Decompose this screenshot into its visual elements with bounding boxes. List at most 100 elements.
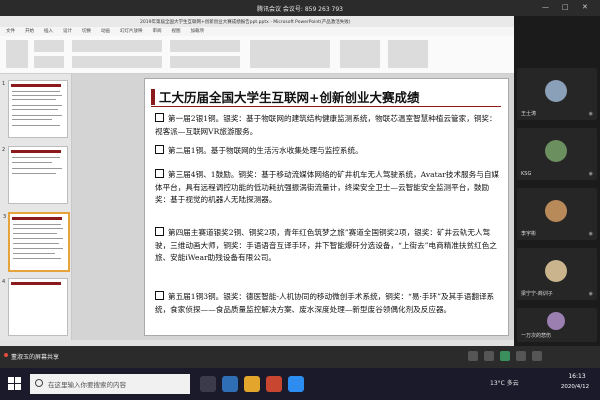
tab-design[interactable]: 设计 — [63, 27, 72, 36]
tencent-meeting-icon[interactable] — [288, 376, 304, 392]
windows-taskbar: 在这里输入你要搜索的内容 13°C 多云 16:13 2020/4/12 — [0, 368, 600, 400]
thumbnail-number: 2 — [2, 147, 6, 153]
ppt-window-title: 2019年第届全国大学生互联网+创新创业大赛成绩报告ppt.pptx - Mic… — [140, 20, 351, 25]
tab-slideshow[interactable]: 幻灯片放映 — [120, 27, 143, 36]
minimize-icon[interactable]: — — [542, 3, 549, 11]
slide-list-item[interactable]: 第三届4铜、1鼓励。铜奖：基于移动流媒体网络的矿井机车无人驾驶系统，Avatar… — [155, 169, 503, 207]
participant-name: 梁宁宁-商训子 — [521, 291, 553, 297]
avatar — [545, 200, 567, 222]
avatar — [545, 260, 567, 282]
tab-view[interactable]: 视图 — [172, 27, 181, 36]
slide-thumbnail-panel: 1 2 3 4 — [0, 74, 72, 340]
search-placeholder: 在这里输入你要搜索的内容 — [48, 381, 126, 389]
participant-tile[interactable]: 梁宁宁-商训子 ◉ — [517, 248, 597, 300]
font-format-buttons[interactable] — [72, 56, 162, 68]
search-icon — [35, 379, 43, 387]
ppt-title-bar: 2019年第届全国大学生互联网+创新创业大赛成绩报告ppt.pptx - Mic… — [0, 16, 514, 27]
list-item-text: 第一届2银1铜。银奖：基于物联网的建筑结构健康监测系统，物联芯温室智慧种植云管家… — [155, 114, 497, 136]
checkbox-bullet-icon — [155, 291, 164, 300]
meeting-title: 腾讯会议 会议号: 859 263 793 — [256, 6, 343, 13]
settings-button[interactable] — [532, 351, 542, 361]
title-accent-bar — [151, 89, 155, 105]
title-divider — [151, 106, 501, 107]
list-item-text: 第二届1铜。基于物联网的生活污水收集处理与监控系统。 — [168, 146, 363, 155]
slide-list-item[interactable]: 第一届2银1铜。银奖：基于物联网的建筑结构健康监测系统，物联芯温室智慧种植云管家… — [155, 113, 503, 138]
file-explorer-icon[interactable] — [244, 376, 260, 392]
list-item-text: 第三届4铜、1鼓励。铜奖：基于移动流媒体网络的矿井机车无人驾驶系统，Avatar… — [155, 170, 500, 205]
slide-list-item[interactable]: 第二届1铜。基于物联网的生活污水收集处理与监控系统。 — [155, 145, 503, 158]
tab-addins[interactable]: 加载项 — [191, 27, 205, 36]
participant-name: 王士涛 — [521, 111, 537, 117]
mic-icon: ◉ — [588, 171, 593, 177]
list-item-text: 第五届1铜3铜。银奖：德医智能-人机协同的移动微创手术系统，铜奖：“易·手环”及… — [155, 292, 495, 314]
taskbar-search-box[interactable]: 在这里输入你要搜索的内容 — [30, 374, 190, 394]
tab-review[interactable]: 审阅 — [153, 27, 162, 36]
checkbox-bullet-icon — [155, 145, 164, 154]
ppt-ribbon-tabs: 文件 开始 插入 设计 切换 动画 幻灯片放映 审阅 视图 加载项 — [0, 27, 514, 36]
chat-button[interactable] — [500, 351, 510, 361]
participant-name: 李宇彬 — [521, 231, 537, 237]
clock-date[interactable]: 2020/4/12 — [552, 384, 598, 390]
participants-panel: 王士涛 ◉ KSG ◉ 李宇彬 ◉ 梁宁宁-商训子 ◉ 一万次的悲伤 — [514, 16, 600, 346]
checkbox-bullet-icon — [155, 113, 164, 122]
list-item-text: 第四届主赛道银奖2铜、铜奖2项，青年红色筑梦之旅”赛道全国铜奖2项，银奖：矿井云… — [155, 228, 497, 263]
avatar — [547, 312, 565, 330]
members-button[interactable] — [516, 351, 526, 361]
slide-list-item[interactable]: 第五届1铜3铜。银奖：德医智能-人机协同的移动微创手术系统，铜奖：“易·手环”及… — [155, 291, 503, 316]
font-selector[interactable] — [72, 40, 162, 52]
shared-powerpoint-window: 2019年第届全国大学生互联网+创新创业大赛成绩报告ppt.pptx - Mic… — [0, 16, 514, 346]
current-slide: 工大历届全国大学生互联网+创新创业大赛成绩 第一届2银1铜。银奖：基于物联网的建… — [144, 78, 509, 336]
slide-thumbnail[interactable]: 1 — [2, 80, 68, 138]
avatar — [545, 140, 567, 162]
tab-animations[interactable]: 动画 — [101, 27, 110, 36]
find-replace-buttons[interactable] — [388, 40, 428, 68]
screen-share-notice: 董淑玉的屏幕共享 — [11, 354, 60, 361]
edge-browser-icon[interactable] — [222, 376, 238, 392]
slide-title[interactable]: 工大历届全国大学生互联网+创新创业大赛成绩 — [159, 87, 504, 106]
maximize-icon[interactable]: □ — [562, 3, 569, 11]
mic-icon: ◉ — [588, 111, 593, 117]
meeting-share-bar: 董淑玉的屏幕共享 — [0, 346, 600, 368]
camera-button[interactable] — [484, 351, 494, 361]
participant-tile[interactable]: 一万次的悲伤 — [517, 308, 597, 342]
participant-tile[interactable]: 李宇彬 ◉ — [517, 188, 597, 240]
windows-start-icon[interactable] — [8, 377, 22, 391]
mic-icon: ◉ — [588, 291, 593, 297]
slide-canvas: 工大历届全国大学生互联网+创新创业大赛成绩 第一届2银1铜。银奖：基于物联网的建… — [72, 74, 514, 340]
shapes-gallery[interactable] — [250, 40, 330, 68]
recording-dot-icon — [4, 353, 8, 357]
checkbox-bullet-icon — [155, 227, 164, 236]
weather-widget[interactable]: 13°C 多云 — [490, 378, 519, 387]
mic-icon: ◉ — [588, 231, 593, 237]
participant-name: KSG — [521, 171, 532, 177]
slide-thumbnail-selected[interactable]: 3 — [3, 212, 70, 272]
paragraph-buttons[interactable] — [170, 40, 240, 52]
alignment-buttons[interactable] — [170, 56, 240, 68]
close-icon[interactable]: ✕ — [582, 3, 588, 11]
avatar — [545, 80, 567, 102]
participant-tile[interactable]: 王士涛 ◉ — [517, 68, 597, 120]
thumbnail-number: 4 — [2, 279, 6, 285]
meeting-title-bar: 腾讯会议 会议号: 859 263 793 — □ ✕ — [0, 0, 600, 16]
new-slide-button[interactable] — [34, 40, 64, 52]
tab-file[interactable]: 文件 — [6, 27, 15, 36]
clock-time[interactable]: 16:13 — [558, 373, 596, 380]
thumbnail-number: 1 — [2, 81, 6, 87]
slide-thumbnail[interactable]: 4 — [2, 278, 68, 336]
powerpoint-icon[interactable] — [266, 376, 282, 392]
slide-thumbnail[interactable]: 2 — [2, 146, 68, 204]
tab-insert[interactable]: 插入 — [44, 27, 53, 36]
quick-styles-button[interactable] — [340, 40, 380, 68]
checkbox-bullet-icon — [155, 169, 164, 178]
tab-transitions[interactable]: 切换 — [82, 27, 91, 36]
mic-button[interactable] — [468, 351, 478, 361]
layout-button[interactable] — [34, 56, 64, 68]
participant-tile[interactable]: KSG ◉ — [517, 128, 597, 180]
tab-home[interactable]: 开始 — [25, 27, 34, 36]
task-view-icon[interactable] — [200, 376, 216, 392]
thumbnail-number: 3 — [3, 214, 7, 220]
ppt-ribbon — [0, 36, 514, 74]
slide-list-item[interactable]: 第四届主赛道银奖2铜、铜奖2项，青年红色筑梦之旅”赛道全国铜奖2项，银奖：矿井云… — [155, 227, 503, 265]
participant-name: 一万次的悲伤 — [521, 333, 552, 339]
paste-button[interactable] — [6, 40, 28, 68]
